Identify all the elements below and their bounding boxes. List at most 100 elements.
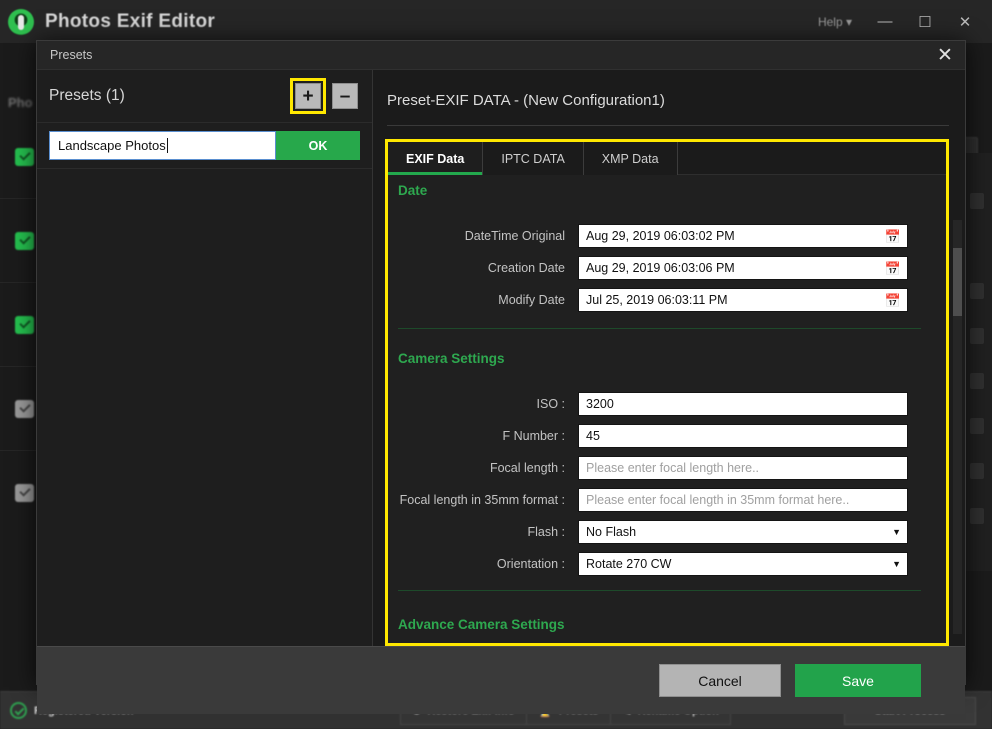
window-controls: Help ▾ — ☐ ✕	[818, 0, 992, 43]
focal-length-input[interactable]: Please enter focal length here..	[578, 456, 908, 480]
exif-form: Date DateTime Original Aug 29, 2019 06:0…	[388, 175, 934, 643]
field-value: 45	[586, 429, 600, 443]
preset-name-input[interactable]: Landscape Photos	[49, 131, 276, 160]
section-title-date: Date	[398, 183, 934, 198]
field-value: Jul 25, 2019 06:03:11 PM	[586, 293, 728, 307]
field-value: Aug 29, 2019 06:03:06 PM	[586, 261, 735, 275]
presets-heading: Presets (1)	[49, 87, 125, 105]
tab-iptc-data[interactable]: IPTC DATA	[483, 142, 583, 175]
close-icon[interactable]: ✕	[948, 7, 982, 37]
row-checkbox[interactable]	[15, 316, 34, 334]
field-orientation: Orientation : Rotate 270 CW ▼	[388, 552, 934, 576]
flash-select[interactable]: No Flash ▼	[578, 520, 908, 544]
field-value: Rotate 270 CW	[586, 557, 671, 571]
tabs-highlight-frame: EXIF Data IPTC DATA XMP Data Date	[385, 139, 949, 646]
add-preset-highlight: +	[290, 78, 326, 114]
modify-date-input[interactable]: Jul 25, 2019 06:03:11 PM 📅	[578, 288, 908, 312]
field-focal-length: Focal length : Please enter focal length…	[388, 456, 934, 480]
creation-date-input[interactable]: Aug 29, 2019 06:03:06 PM 📅	[578, 256, 908, 280]
exif-data-panel: Date DateTime Original Aug 29, 2019 06:0…	[388, 175, 946, 643]
field-focal-length-35mm: Focal length in 35mm format : Please ent…	[388, 488, 934, 512]
row-checkbox[interactable]	[15, 148, 34, 166]
presets-toolbar: + –	[290, 78, 358, 114]
dialog-body: Presets (1) + – Landscape Photos	[37, 70, 965, 646]
app-titlebar: Photos Exif Editor Help ▾ — ☐ ✕	[0, 0, 992, 43]
help-label: Help	[818, 15, 843, 29]
remove-preset-label: –	[340, 87, 351, 106]
field-value: Aug 29, 2019 06:03:02 PM	[586, 229, 735, 243]
add-preset-label: +	[302, 87, 313, 106]
field-flash: Flash : No Flash ▼	[388, 520, 934, 544]
close-icon[interactable]: ✕	[925, 41, 965, 70]
calendar-icon[interactable]: 📅	[885, 262, 901, 275]
page-title: Preset-EXIF DATA - (New Configuration1)	[387, 92, 965, 109]
minus-icon[interactable]: –	[332, 83, 358, 109]
dialog-footer: Cancel Save	[37, 646, 965, 714]
tab-bar-filler	[678, 142, 946, 175]
preset-ok-button[interactable]: OK	[276, 131, 360, 160]
tab-iptc-data-label: IPTC DATA	[501, 152, 564, 166]
field-label: Creation Date	[388, 261, 578, 275]
plus-icon[interactable]: +	[295, 83, 321, 109]
field-value: No Flash	[586, 525, 636, 539]
field-iso: ISO : 3200	[388, 392, 934, 416]
presets-pane: Presets (1) + – Landscape Photos	[37, 70, 373, 646]
cancel-button[interactable]: Cancel	[659, 664, 781, 697]
app-logo-icon	[8, 9, 34, 35]
preset-name-value: Landscape Photos	[58, 138, 166, 153]
scrollbar-thumb[interactable]	[953, 248, 962, 316]
calendar-icon[interactable]: 📅	[885, 230, 901, 243]
field-label: Modify Date	[388, 293, 578, 307]
row-checkbox[interactable]	[15, 400, 34, 418]
field-label: DateTime Original	[388, 229, 578, 243]
help-menu-button[interactable]: Help ▾	[818, 15, 852, 29]
preset-ok-label: OK	[309, 139, 328, 153]
field-datetime-original: DateTime Original Aug 29, 2019 06:03:02 …	[388, 224, 934, 248]
iso-input[interactable]: 3200	[578, 392, 908, 416]
chevron-down-icon: ▼	[892, 527, 901, 537]
field-label: ISO :	[388, 397, 578, 411]
background-subheading: Pho	[8, 95, 33, 110]
presets-header: Presets (1) + –	[37, 70, 372, 123]
field-label: F Number :	[388, 429, 578, 443]
field-placeholder: Please enter focal length in 35mm format…	[586, 493, 849, 507]
field-label: Flash :	[388, 525, 578, 539]
text-caret	[167, 138, 168, 153]
preset-edit-row: Landscape Photos OK	[37, 123, 372, 169]
tab-xmp-data[interactable]: XMP Data	[584, 142, 678, 175]
field-modify-date: Modify Date Jul 25, 2019 06:03:11 PM 📅	[388, 288, 934, 312]
content-header: Preset-EXIF DATA - (New Configuration1)	[373, 70, 965, 109]
presets-dialog: Presets ✕ Presets (1) + –	[36, 40, 966, 685]
calendar-icon[interactable]: 📅	[885, 294, 901, 307]
check-circle-icon	[10, 702, 27, 719]
save-label: Save	[842, 673, 874, 689]
section-title-camera-settings: Camera Settings	[398, 351, 934, 366]
chevron-down-icon: ▾	[846, 15, 852, 29]
tab-exif-data-label: EXIF Data	[406, 152, 464, 166]
field-f-number: F Number : 45	[388, 424, 934, 448]
minimize-icon[interactable]: —	[868, 7, 902, 37]
section-title-advance-camera-settings: Advance Camera Settings	[398, 617, 934, 632]
tab-bar: EXIF Data IPTC DATA XMP Data	[388, 142, 946, 175]
field-placeholder: Please enter focal length here..	[586, 461, 759, 475]
datetime-original-input[interactable]: Aug 29, 2019 06:03:02 PM 📅	[578, 224, 908, 248]
f-number-input[interactable]: 45	[578, 424, 908, 448]
save-button[interactable]: Save	[795, 664, 921, 697]
header-divider	[387, 125, 949, 126]
field-label: Orientation :	[388, 557, 578, 571]
row-checkbox[interactable]	[15, 232, 34, 250]
presets-list[interactable]	[37, 169, 372, 646]
dialog-title: Presets	[50, 48, 92, 62]
field-value: 3200	[586, 397, 614, 411]
content-scrollbar[interactable]	[953, 220, 962, 634]
app-title: Photos Exif Editor	[45, 11, 215, 33]
maximize-icon[interactable]: ☐	[908, 7, 942, 37]
focal-length-35mm-input[interactable]: Please enter focal length in 35mm format…	[578, 488, 908, 512]
content-pane: Preset-EXIF DATA - (New Configuration1) …	[373, 70, 965, 646]
row-checkbox[interactable]	[15, 484, 34, 502]
field-label: Focal length in 35mm format :	[388, 493, 578, 507]
tab-xmp-data-label: XMP Data	[602, 152, 659, 166]
tab-exif-data[interactable]: EXIF Data	[388, 142, 483, 175]
chevron-down-icon: ▼	[892, 559, 901, 569]
orientation-select[interactable]: Rotate 270 CW ▼	[578, 552, 908, 576]
